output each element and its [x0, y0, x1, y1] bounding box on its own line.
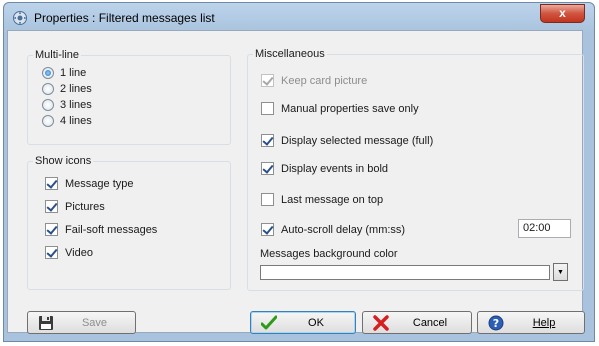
- checkbox[interactable]: [261, 162, 274, 175]
- gear-shield-icon: [13, 11, 27, 25]
- auto-scroll-delay-input[interactable]: 02:00: [518, 219, 571, 238]
- help-button-text: Help: [532, 316, 556, 329]
- checkbox-label: Manual properties save only: [281, 102, 419, 115]
- miscellaneous-legend: Miscellaneous: [255, 48, 325, 60]
- multiline-group: Multi-line: [27, 49, 231, 145]
- checkbox-keep-card-picture[interactable]: Keep card picture: [261, 74, 367, 87]
- radio-3-lines[interactable]: 3 lines: [42, 99, 92, 111]
- radio-label: 4 lines: [60, 115, 92, 127]
- checkbox-manual-properties-save-only[interactable]: Manual properties save only: [261, 102, 419, 115]
- checkbox[interactable]: [261, 102, 274, 115]
- title-bar[interactable]: Properties : Filtered messages list x: [4, 3, 594, 32]
- green-check-icon: [261, 315, 277, 329]
- checkbox-display-events-bold[interactable]: Display events in bold: [261, 162, 388, 175]
- checkbox-label: Auto-scroll delay (mm:ss): [281, 223, 406, 236]
- checkbox[interactable]: [261, 134, 274, 147]
- window-title: Properties : Filtered messages list: [34, 11, 215, 25]
- checkbox-video[interactable]: Video: [45, 246, 93, 259]
- cancel-button-label: Cancel: [412, 316, 448, 329]
- help-button-label: Help: [504, 317, 584, 329]
- help-question-icon: ?: [488, 315, 504, 330]
- checkbox[interactable]: [261, 193, 274, 206]
- svg-text:?: ?: [493, 317, 499, 330]
- checkbox-label: Pictures: [65, 200, 105, 213]
- save-button[interactable]: Save: [27, 311, 136, 334]
- checkbox[interactable]: [45, 200, 58, 213]
- floppy-disk-icon: [39, 315, 53, 330]
- checkbox-pictures[interactable]: Pictures: [45, 200, 105, 213]
- radio-button[interactable]: [42, 67, 54, 79]
- bg-color-label-row: Messages background color: [260, 248, 398, 260]
- checkbox-label: Keep card picture: [281, 74, 368, 87]
- ok-button-label: OK: [308, 316, 324, 329]
- checkbox[interactable]: [261, 223, 274, 236]
- radio-1-line[interactable]: 1 line: [42, 67, 86, 79]
- ok-button[interactable]: OK: [250, 311, 356, 334]
- radio-button[interactable]: [42, 99, 54, 111]
- help-button[interactable]: ? Help: [477, 311, 585, 334]
- multiline-legend: Multi-line: [35, 49, 80, 61]
- radio-label: 1 line: [60, 67, 87, 79]
- save-button-label: Save: [81, 316, 108, 329]
- checkbox-auto-scroll-delay[interactable]: Auto-scroll delay (mm:ss): [261, 223, 405, 236]
- checkbox-label: Last message on top: [281, 193, 384, 206]
- radio-label: 3 lines: [60, 99, 92, 111]
- checkbox-display-selected-message[interactable]: Display selected message (full): [261, 134, 433, 147]
- checkbox-label: Fail-soft messages: [65, 223, 158, 236]
- checkbox-last-message-on-top[interactable]: Last message on top: [261, 193, 383, 206]
- checkbox[interactable]: [261, 74, 274, 87]
- radio-4-lines[interactable]: 4 lines: [42, 115, 92, 127]
- radio-button[interactable]: [42, 83, 54, 95]
- checkbox[interactable]: [45, 177, 58, 190]
- close-icon: x: [559, 6, 566, 20]
- background-color-combo[interactable]: [260, 265, 550, 280]
- dropdown-arrow-icon[interactable]: ▼: [553, 263, 568, 281]
- checkbox-label: Video: [65, 246, 93, 259]
- radio-2-lines[interactable]: 2 lines: [42, 83, 92, 95]
- checkbox-label: Display selected message (full): [281, 134, 434, 147]
- background-color-label: Messages background color: [260, 248, 398, 260]
- radio-label: 2 lines: [60, 83, 92, 95]
- radio-button[interactable]: [42, 115, 54, 127]
- checkbox[interactable]: [45, 246, 58, 259]
- red-x-icon: [373, 314, 389, 331]
- cancel-button[interactable]: Cancel: [362, 311, 472, 334]
- checkbox-label: Display events in bold: [281, 162, 389, 175]
- close-button[interactable]: x: [540, 4, 585, 23]
- checkbox[interactable]: [45, 223, 58, 236]
- checkbox-fail-soft-messages[interactable]: Fail-soft messages: [45, 223, 157, 236]
- checkbox-label: Message type: [65, 177, 134, 190]
- show-icons-legend: Show icons: [35, 155, 92, 167]
- checkbox-message-type[interactable]: Message type: [45, 177, 133, 190]
